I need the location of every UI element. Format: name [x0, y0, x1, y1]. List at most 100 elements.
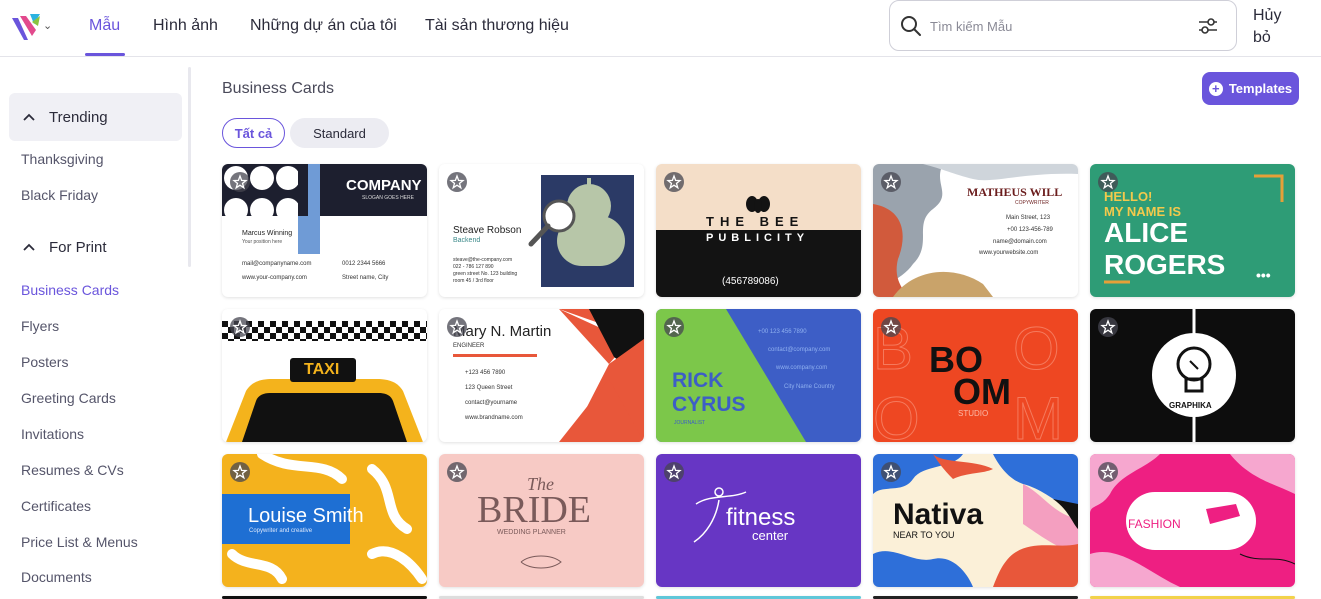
card-brand: Nativa	[893, 498, 984, 531]
chevron-up-icon	[23, 243, 35, 251]
templates-button-label: Templates	[1228, 81, 1293, 96]
card-email: contact@company.com	[768, 347, 831, 353]
card-brand: FASHION	[1128, 517, 1181, 531]
template-card-nativa[interactable]: Nativa NEAR TO YOU	[873, 454, 1078, 587]
premium-badge-icon	[230, 172, 250, 192]
card-dots: •••	[1256, 267, 1271, 283]
card-brand-sub: NEAR TO YOU	[893, 530, 955, 540]
template-card-steave-robson[interactable]: Steave Robson Backend steave@the-company…	[439, 164, 644, 297]
template-card-alice-rogers[interactable]: HELLO! MY NAME IS ALICE ROGERS •••	[1090, 164, 1295, 297]
sidebar-item-invitations[interactable]: Invitations	[21, 426, 84, 442]
svg-text:O: O	[873, 385, 920, 442]
card-person-name: Steave Robson	[453, 225, 522, 236]
template-card-the-bee[interactable]: THE BEE PUBLICITY (456789086)	[656, 164, 861, 297]
premium-badge-icon	[881, 317, 901, 337]
card-address-1: green street No. 123 building	[453, 271, 518, 277]
card-person-role: Copywriter and creative	[249, 528, 313, 534]
card-brand-line-2: PUBLICITY	[706, 232, 810, 244]
templates-button[interactable]: + Templates	[1202, 72, 1299, 105]
card-web: www.yourwebsite.com	[979, 250, 1039, 256]
card-web: www.brandname.com	[465, 415, 523, 421]
template-card-boom-studio[interactable]: B O O M BO OM STUDIO	[873, 309, 1078, 442]
card-person-role: Backend	[453, 237, 481, 244]
tab-templates[interactable]: Mẫu	[89, 17, 120, 35]
template-card-graphika[interactable]: GRAPHIKA	[1090, 309, 1295, 442]
section-trending-label: Trending	[49, 108, 108, 126]
search-icon	[900, 15, 922, 37]
premium-badge-icon	[447, 462, 467, 482]
cancel-line-1: Hủy	[1253, 7, 1282, 24]
template-card-mary-martin[interactable]: Mary N. Martin ENGINEER +123 456 7890 12…	[439, 309, 644, 442]
sidebar-item-certificates[interactable]: Certificates	[21, 498, 91, 514]
card-phone: (456789086)	[722, 276, 779, 287]
card-artwork	[1090, 454, 1295, 587]
card-email: name@domain.com	[993, 239, 1047, 245]
cancel-line-2: bỏ	[1253, 29, 1271, 46]
sidebar-item-resumes[interactable]: Resumes & CVs	[21, 462, 124, 478]
filter-sliders-icon[interactable]	[1196, 14, 1220, 38]
template-card-fashion[interactable]: FASHION	[1090, 454, 1295, 587]
sidebar-item-greeting-cards[interactable]: Greeting Cards	[21, 390, 116, 406]
card-person-role: JOURNALIST	[674, 420, 706, 426]
template-card-company[interactable]: COMPANY SLOGAN GOES HERE Marcus Winning …	[222, 164, 427, 297]
premium-badge-icon	[230, 462, 250, 482]
card-phone: +00 123-456-789	[1007, 227, 1053, 233]
filter-chip-all[interactable]: Tất cả	[222, 118, 285, 148]
card-phone: +123 456 7890	[465, 370, 506, 376]
section-trending[interactable]: Trending	[9, 93, 182, 141]
card-street: Street name, City	[342, 275, 389, 281]
sidebar-item-thanksgiving[interactable]: Thanksgiving	[21, 151, 104, 167]
cancel-button[interactable]: Hủy bỏ	[1253, 5, 1293, 49]
sidebar-item-flyers[interactable]: Flyers	[21, 318, 59, 334]
search-input[interactable]	[930, 16, 1180, 36]
premium-badge-icon	[664, 317, 684, 337]
active-tab-indicator	[85, 53, 125, 56]
sidebar-item-documents[interactable]: Documents	[21, 569, 92, 585]
card-person-role: WEDDING PLANNER	[497, 529, 566, 536]
card-brand: GRAPHIKA	[1169, 401, 1212, 410]
premium-badge-icon	[881, 172, 901, 192]
template-card-louise-smith[interactable]: Louise Smith Copywriter and creative	[222, 454, 427, 587]
premium-badge-icon	[447, 172, 467, 192]
page-title: Business Cards	[222, 80, 335, 97]
svg-text:M: M	[1013, 385, 1063, 442]
premium-badge-icon	[447, 317, 467, 337]
template-card-taxi[interactable]: TAXI	[222, 309, 427, 442]
premium-badge-icon	[664, 462, 684, 482]
sidebar-item-business-cards[interactable]: Business Cards	[21, 282, 119, 298]
card-phone: 022 - 786 127 890	[453, 264, 494, 270]
card-last-name: CYRUS	[672, 393, 746, 416]
tab-images[interactable]: Hình ảnh	[153, 17, 218, 35]
card-brand-line-1: THE BEE	[706, 214, 805, 229]
template-card-matheus-will[interactable]: MATHEUS WILL COPYWRITER Main Street, 123…	[873, 164, 1078, 297]
card-brand-line-2: OM	[953, 371, 1011, 412]
card-person-role: COPYWRITER	[1015, 200, 1049, 206]
card-email: mail@companyname.com	[242, 261, 312, 267]
card-email: contact@yourname	[465, 400, 518, 406]
sidebar-item-black-friday[interactable]: Black Friday	[21, 187, 98, 203]
card-person-title: Your position here	[242, 239, 283, 245]
template-card-fitness[interactable]: fitness center	[656, 454, 861, 587]
sidebar-scrollbar[interactable]	[188, 67, 191, 267]
card-studio: STUDIO	[958, 409, 989, 418]
category-sidebar: Trending Thanksgiving Black Friday For P…	[0, 57, 192, 599]
template-card-bride[interactable]: The BRIDE WEDDING PLANNER	[439, 454, 644, 587]
tab-my-projects[interactable]: Những dự án của tôi	[250, 17, 397, 35]
section-for-print[interactable]: For Print	[9, 223, 182, 271]
filter-chip-standard[interactable]: Standard	[290, 118, 389, 148]
template-card-rick-cyrus[interactable]: +00 123 456 7890 contact@company.com www…	[656, 309, 861, 442]
app-logo-icon[interactable]	[10, 10, 44, 44]
card-person-name: Marcus Winning	[242, 230, 293, 237]
premium-badge-icon	[1098, 462, 1118, 482]
sidebar-item-posters[interactable]: Posters	[21, 354, 68, 370]
card-person-role: ENGINEER	[453, 343, 485, 349]
sidebar-item-price-list[interactable]: Price List & Menus	[21, 534, 138, 550]
premium-badge-icon	[1098, 172, 1118, 192]
premium-badge-icon	[1098, 317, 1118, 337]
tab-brand-assets[interactable]: Tài sản thương hiệu	[425, 17, 569, 35]
chevron-up-icon	[23, 113, 35, 121]
card-email: steave@the-company.com	[453, 257, 513, 263]
logo-chevron-down-icon[interactable]: ⌄	[43, 19, 52, 32]
card-first-name: ALICE	[1104, 217, 1188, 248]
card-taxi-sign: TAXI	[304, 361, 340, 378]
